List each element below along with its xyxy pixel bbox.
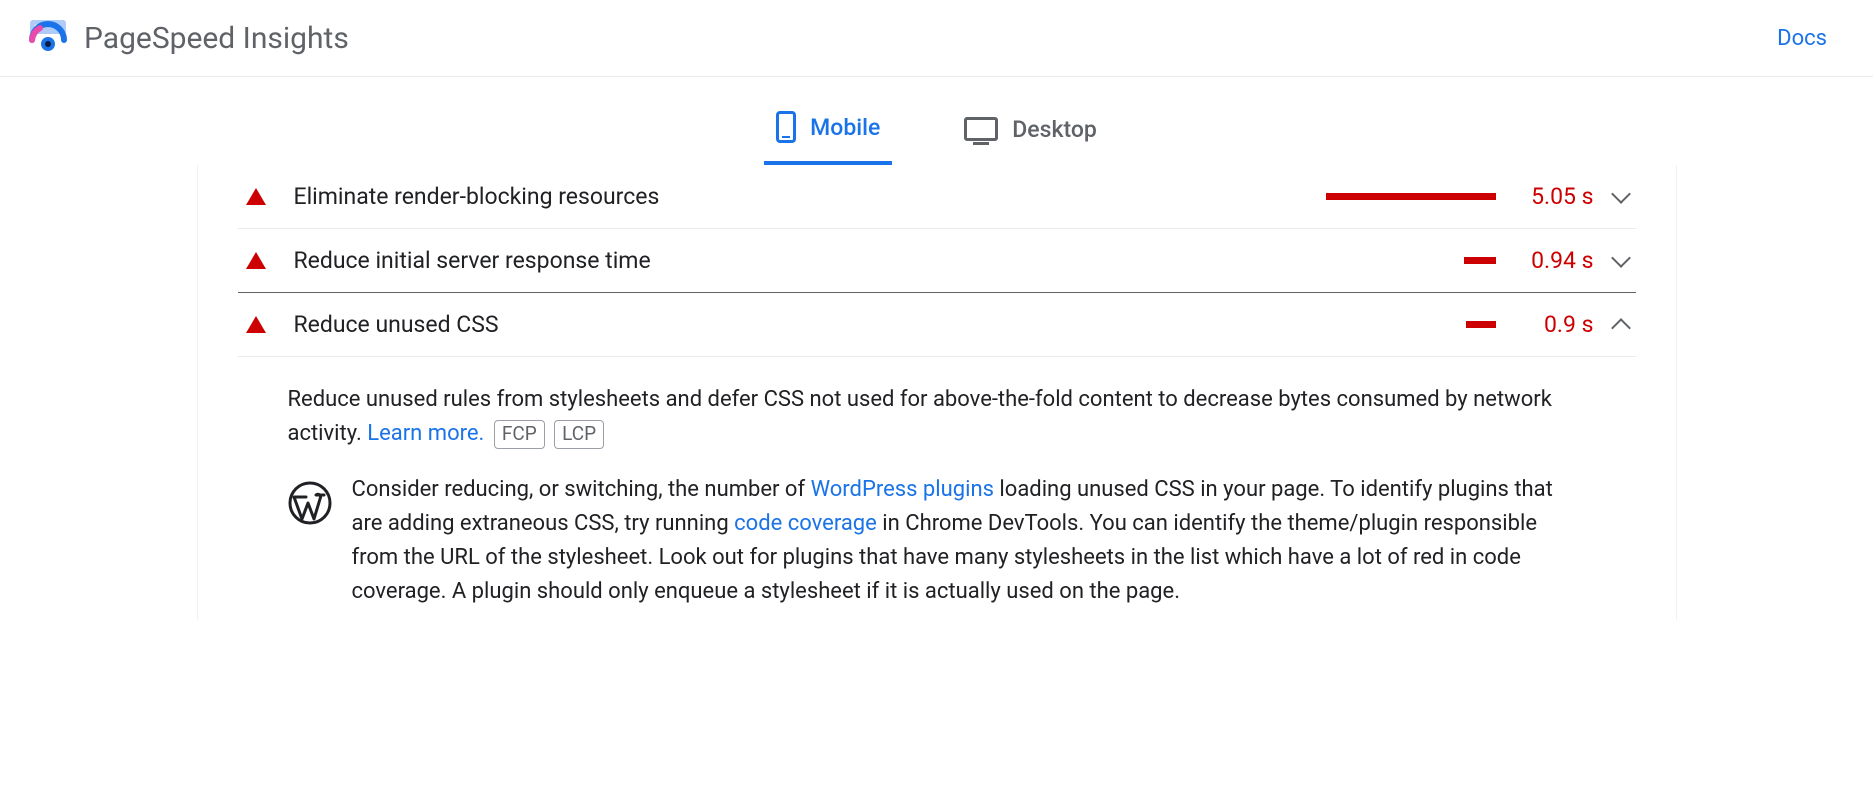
audit-bar-track bbox=[1326, 321, 1496, 328]
audit-row[interactable]: Eliminate render-blocking resources 5.05… bbox=[238, 165, 1636, 229]
warning-triangle-icon bbox=[246, 316, 266, 333]
audit-bar bbox=[1326, 193, 1496, 200]
mobile-icon bbox=[776, 111, 796, 143]
audit-expanded-body: Reduce unused rules from stylesheets and… bbox=[238, 357, 1636, 620]
wordpress-advice-text: Consider reducing, or switching, the num… bbox=[352, 473, 1586, 609]
desktop-icon bbox=[964, 117, 998, 141]
metric-chip-lcp: LCP bbox=[554, 420, 604, 449]
audit-title: Reduce unused CSS bbox=[294, 311, 1326, 338]
device-tabs: Mobile Desktop bbox=[0, 77, 1873, 165]
audit-bar bbox=[1466, 321, 1496, 328]
tab-desktop[interactable]: Desktop bbox=[952, 103, 1109, 165]
chevron-down-icon bbox=[1611, 184, 1631, 204]
app-title: PageSpeed Insights bbox=[84, 21, 349, 56]
audits-list: Eliminate render-blocking resources 5.05… bbox=[197, 165, 1677, 620]
audit-value: 0.9 s bbox=[1516, 311, 1594, 338]
tab-desktop-label: Desktop bbox=[1012, 116, 1097, 143]
audit-row[interactable]: Reduce unused CSS 0.9 s bbox=[238, 293, 1636, 357]
warning-triangle-icon bbox=[246, 188, 266, 205]
wordpress-plugins-link[interactable]: WordPress plugins bbox=[811, 477, 994, 502]
wordpress-advice: Consider reducing, or switching, the num… bbox=[288, 473, 1586, 609]
audit-value: 5.05 s bbox=[1516, 183, 1594, 210]
chevron-down-icon bbox=[1611, 248, 1631, 268]
learn-more-link[interactable]: Learn more. bbox=[367, 421, 484, 446]
psi-logo-icon bbox=[26, 16, 70, 60]
metric-chip-fcp: FCP bbox=[494, 420, 545, 449]
wordpress-icon bbox=[288, 481, 332, 525]
logo-group: PageSpeed Insights bbox=[26, 16, 349, 60]
audit-title: Eliminate render-blocking resources bbox=[294, 183, 1326, 210]
audit-title: Reduce initial server response time bbox=[294, 247, 1326, 274]
tab-mobile[interactable]: Mobile bbox=[764, 103, 892, 165]
warning-triangle-icon bbox=[246, 252, 266, 269]
audit-description: Reduce unused rules from stylesheets and… bbox=[288, 383, 1586, 451]
wp-text-part: Consider reducing, or switching, the num… bbox=[352, 477, 811, 502]
audit-bar-track bbox=[1326, 257, 1496, 264]
audit-bar-track bbox=[1326, 193, 1496, 200]
audit-value: 0.94 s bbox=[1516, 247, 1594, 274]
tab-mobile-label: Mobile bbox=[810, 114, 880, 141]
header: PageSpeed Insights Docs bbox=[0, 0, 1873, 77]
docs-link[interactable]: Docs bbox=[1777, 26, 1847, 51]
audit-row[interactable]: Reduce initial server response time 0.94… bbox=[238, 229, 1636, 293]
chevron-up-icon bbox=[1611, 318, 1631, 338]
audit-bar bbox=[1464, 257, 1496, 264]
code-coverage-link[interactable]: code coverage bbox=[734, 511, 877, 536]
